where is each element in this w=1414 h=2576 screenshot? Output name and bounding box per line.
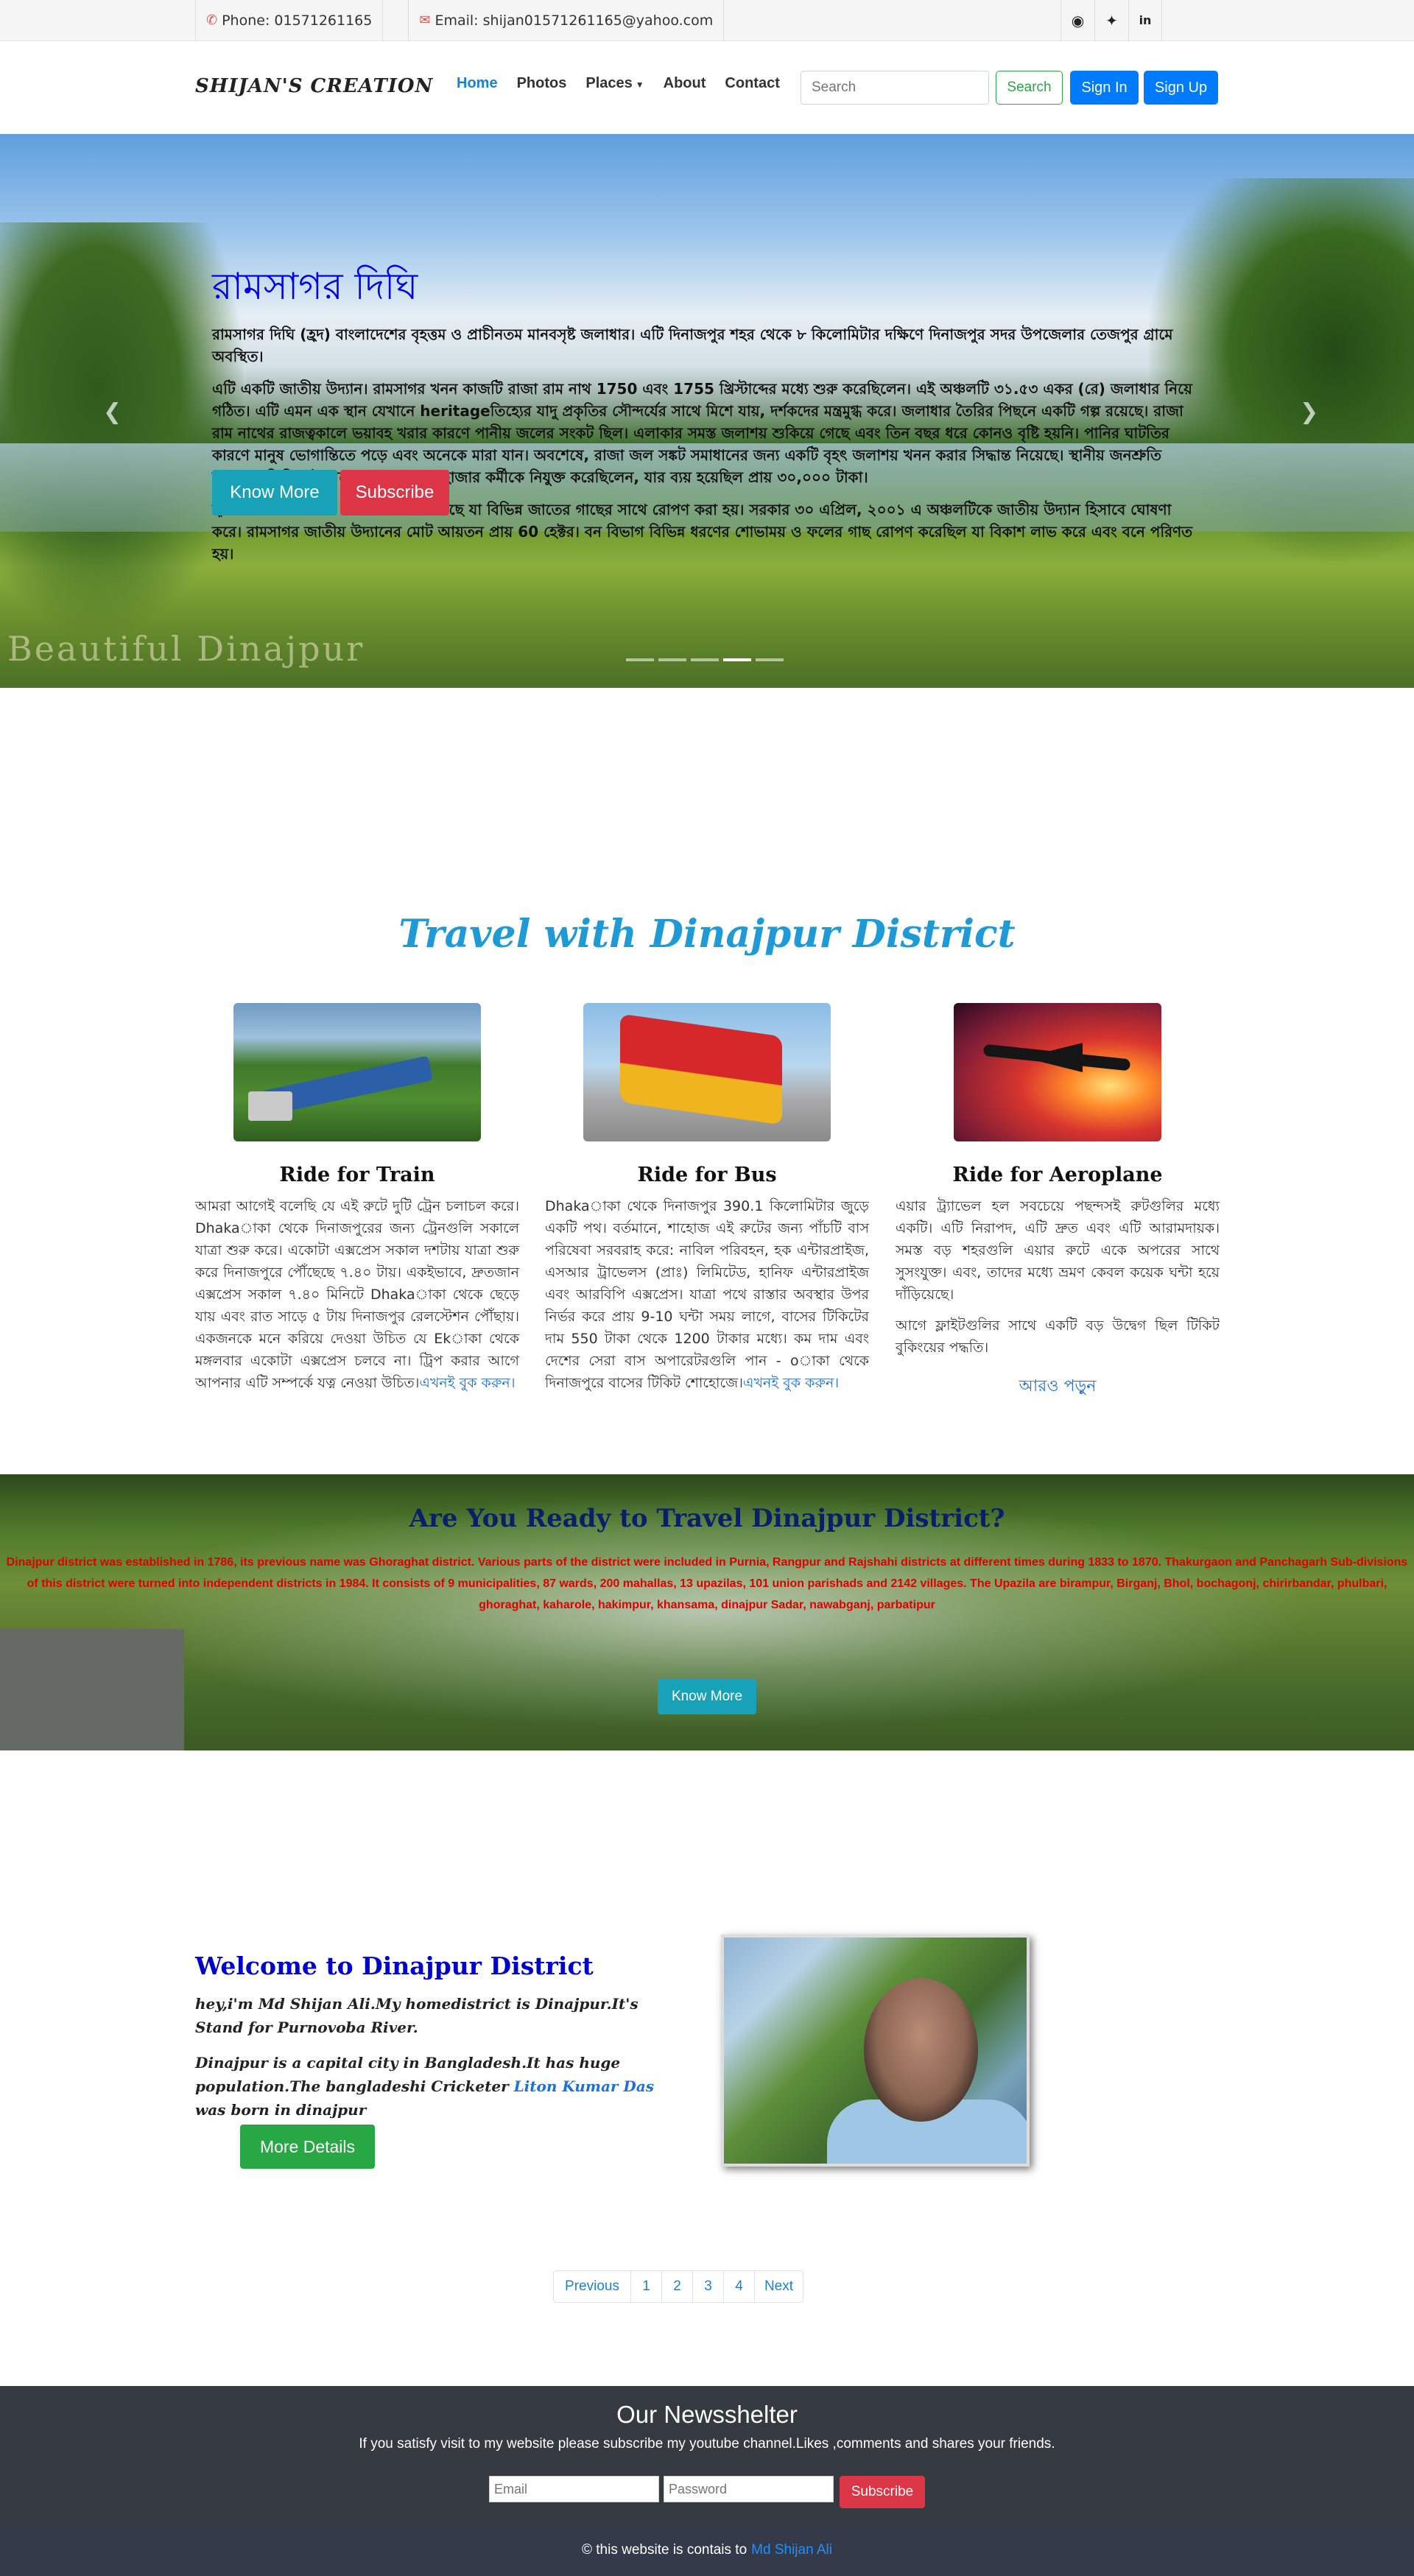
newsletter-subscribe-button[interactable]: Subscribe [840,2476,925,2508]
nav-photos[interactable]: Photos [517,75,567,92]
pagination-previous[interactable]: Previous [554,2271,631,2302]
newsletter-title: Our Newsshelter [616,2401,798,2428]
top-bar: ✆ Phone: 01571261165 ✉ Email: shijan015712… [0,0,1414,41]
pagination-page-2[interactable]: 2 [662,2271,693,2302]
ready-title: Are You Ready to Travel Dinajpur Distric… [409,1504,1005,1533]
nav-about[interactable]: About [664,75,706,92]
copyright-bar: © this website is contais to Md Shijan Al… [0,2524,1414,2576]
bus-card-title: Ride for Bus [637,1164,777,1186]
plane-wing-shape [1024,1043,1083,1072]
train-image [233,1003,481,1141]
email-text: Email: shijan01571261165@yahoo.com [435,12,714,29]
train-card: Ride for Train আমরা আগেই বলেছি যে এই রুট… [195,1003,519,1394]
envelope-icon: ✉ [419,13,431,28]
ready-background-wall [0,1629,184,1750]
newsletter-email-input[interactable] [489,2476,659,2502]
locomotive-shape [248,1091,292,1121]
carousel-indicator[interactable] [691,658,719,661]
phone-icon: ✆ [206,13,218,28]
sign-up-button[interactable]: Sign Up [1144,71,1218,105]
github-icon[interactable]: ◉ [1060,0,1094,41]
train-card-title: Ride for Train [279,1164,435,1186]
aeroplane-card-title: Ride for Aeroplane [952,1164,1163,1186]
cricketer-link[interactable]: Liton Kumar Das [514,2077,654,2095]
social-links: ◉ ✦ in [1060,0,1162,41]
welcome-about: Dinajpur is a capital city in Bangladesh… [195,2051,674,2122]
hero-paragraph-1: রামসাগর দিঘি (হ্রদ) বাংলাদেশের বৃহত্তম ও… [212,325,1173,365]
search-input[interactable] [801,71,989,105]
aeroplane-read-more-link[interactable]: আরও পড়ুন [896,1373,1220,1401]
more-details-button[interactable]: More Details [240,2125,375,2169]
ready-know-more-button[interactable]: Know More [658,1679,756,1714]
carousel-indicators [626,658,784,661]
bus-card-text: Dhakaাকা থেকে দিনাজপুর 390.1 কিলোমিটার জ… [545,1195,869,1394]
photo-face-shape [864,1978,978,2122]
train-book-link[interactable]: এখনই বুক করুন। [419,1375,515,1391]
copyright-text: © this website is contais to [582,2542,748,2558]
carousel-indicator[interactable] [658,658,686,661]
hero-know-more-button[interactable]: Know More [212,470,337,515]
phone-text: Phone: 01571261165 [222,12,373,29]
travel-section-title: Travel with Dinajpur District [398,912,1016,957]
hero-carousel: রামসাগর দিঘি রামসাগর দিঘি (হ্রদ) বাংলাদে… [0,134,1414,688]
pagination-page-3[interactable]: 3 [693,2271,724,2302]
phone-info: ✆ Phone: 01571261165 [195,0,384,41]
train-card-body: আমরা আগেই বলেছি যে এই রুটে দুটি ট্রেন চল… [195,1198,519,1391]
bus-book-link[interactable]: এখনই বুক করুন। [743,1375,839,1391]
brand-logo[interactable]: SHIJAN'S CREATION [195,75,433,97]
aeroplane-card: Ride for Aeroplane এয়ার ট্র্যাভেল হল সব… [896,1003,1220,1401]
hero-watermark: Beautiful Dinajpur [7,629,365,669]
linkedin-icon[interactable]: in [1128,0,1162,41]
nav-menu: Home Photos Places ▼ About Contact [457,75,799,92]
sign-in-button[interactable]: Sign In [1070,71,1139,105]
train-card-text: আমরা আগেই বলেছি যে এই রুটে দুটি ট্রেন চল… [195,1195,519,1394]
carousel-prev-icon[interactable]: ❮ [103,399,122,425]
welcome-section: Welcome to Dinajpur District hey,i'm Md … [195,1952,674,2122]
pagination: Previous 1 2 3 4 Next [553,2270,803,2303]
carousel-next-icon[interactable]: ❯ [1300,399,1318,425]
bus-card: Ride for Bus Dhakaাকা থেকে দিনাজপুর 390.… [545,1003,869,1394]
bus-shape [620,1013,782,1125]
caret-down-icon: ▼ [635,80,644,90]
newsletter-footer: Our Newsshelter If you satisfy visit to … [0,2386,1414,2524]
carousel-indicator[interactable] [756,658,784,661]
welcome-title: Welcome to Dinajpur District [195,1952,594,1980]
search-button[interactable]: Search [996,71,1063,105]
aeroplane-card-text: এয়ার ট্র্যাভেল হল সবচেয়ে পছন্দসই রুটগু… [896,1198,1220,1303]
twitter-icon[interactable]: ✦ [1094,0,1128,41]
hero-caption: রামসাগর দিঘি রামসাগর দিঘি (হ্রদ) বাংলাদে… [212,259,1199,575]
profile-photo [721,1935,1030,2167]
carousel-indicator[interactable] [626,658,654,661]
nav-contact[interactable]: Contact [725,75,779,92]
email-info: ✉ Email: shijan01571261165@yahoo.com [408,0,725,41]
hero-title: রামসাগর দিঘি [212,265,418,308]
hero-subscribe-button[interactable]: Subscribe [340,470,449,515]
welcome-about-text-end: was born in dinajpur [195,2101,367,2119]
pagination-page-4[interactable]: 4 [724,2271,755,2302]
bus-card-body: Dhakaাকা থেকে দিনাজপুর 390.1 কিলোমিটার জ… [545,1198,869,1391]
nav-home[interactable]: Home [457,75,498,92]
ready-text: Dinajpur district was established in 178… [6,1556,1408,1611]
aeroplane-card-text-2: আগে ফ্লাইটগুলির সাথে একটি বড় উদ্বেগ ছিল… [896,1317,1220,1356]
welcome-intro: hey,i'm Md Shijan Ali.My homedistrict is… [195,1995,639,2036]
pagination-next[interactable]: Next [755,2271,803,2302]
nav-places[interactable]: Places ▼ [585,75,644,92]
aeroplane-image [954,1003,1161,1141]
pagination-page-1[interactable]: 1 [631,2271,662,2302]
author-link[interactable]: Md Shijan Ali [751,2542,832,2558]
newsletter-password-input[interactable] [664,2476,834,2502]
newsletter-text: If you satisfy visit to my website pleas… [359,2436,1055,2452]
carousel-indicator-active[interactable] [723,658,751,661]
nav-places-label: Places [585,75,633,91]
bus-image [583,1003,831,1141]
hero-background-trees [0,222,243,635]
